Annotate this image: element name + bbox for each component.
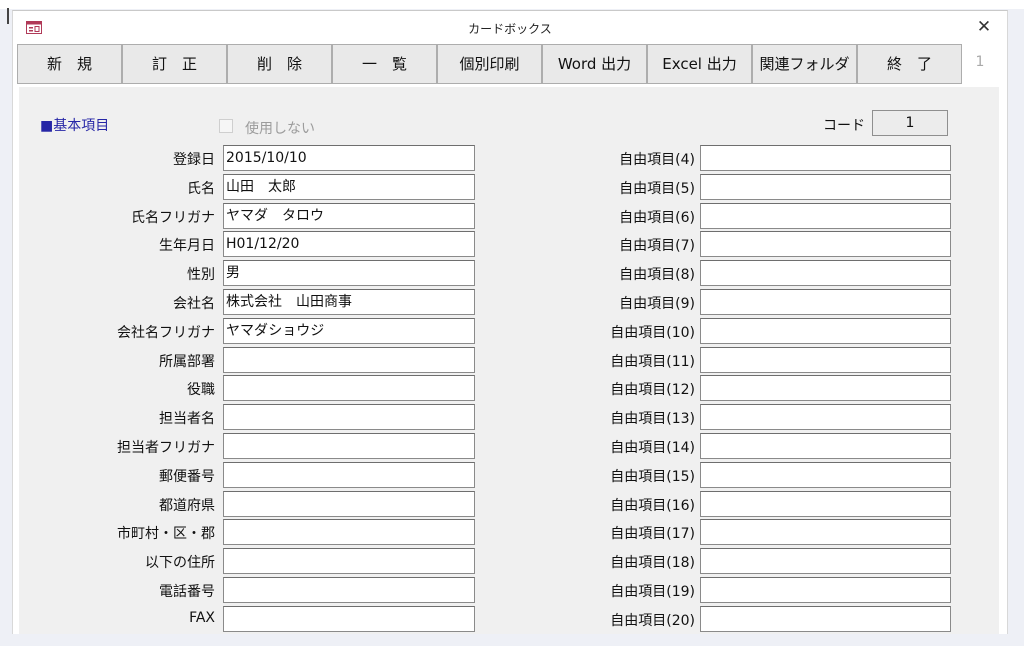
free-field-input[interactable] [700, 404, 951, 431]
free-field-label: 自由項目(6) [619, 209, 695, 226]
page-number: 1 [975, 54, 985, 70]
left-field-input[interactable] [223, 519, 475, 546]
edit-button[interactable]: 訂 正 [122, 44, 227, 84]
left-field-label: 所属部署 [159, 353, 215, 370]
free-field-input[interactable] [700, 317, 951, 344]
free-field-label: 自由項目(9) [619, 296, 695, 312]
free-field-label: 自由項目(17) [610, 526, 695, 543]
left-field-input[interactable]: ヤマダショウジ [223, 317, 475, 344]
left-field-label: FAX [189, 609, 215, 626]
bottom-strip [0, 634, 1024, 646]
free-field-input[interactable] [700, 202, 951, 229]
free-field-input[interactable] [700, 577, 951, 603]
left-field-input[interactable] [223, 433, 475, 459]
free-field-input[interactable] [700, 548, 951, 575]
unused-checkbox-label: 使用しない [245, 121, 315, 137]
left-field-label: 会社名 [173, 296, 215, 312]
word-export-button[interactable]: Word 出力 [542, 44, 647, 84]
window-title: カードボックス [468, 22, 552, 36]
free-field-label: 自由項目(7) [619, 238, 695, 255]
section-title: ■基本項目 [40, 118, 110, 134]
free-field-label: 自由項目(4) [619, 152, 695, 168]
left-field-label: 担当者フリガナ [117, 440, 215, 456]
left-field-label: 会社名フリガナ [117, 324, 215, 341]
free-field-input[interactable] [700, 519, 951, 546]
left-field-input[interactable]: 男 [223, 260, 475, 287]
left-field-label: 郵便番号 [159, 468, 215, 485]
left-field-input[interactable] [223, 375, 475, 402]
left-field-label: 氏名フリガナ [131, 209, 215, 226]
free-field-input[interactable] [700, 490, 951, 517]
free-field-label: 自由項目(19) [610, 584, 695, 600]
form-body: ■基本項目 使用しない コード 1 登録日 2015/10/10 氏名 山田 太郎 氏名… [19, 87, 999, 635]
free-field-input[interactable] [700, 231, 951, 258]
left-field-input[interactable] [223, 605, 475, 632]
unused-checkbox[interactable] [219, 119, 233, 133]
left-field-input[interactable] [223, 577, 475, 603]
free-field-input[interactable] [700, 461, 951, 488]
code-label: コード [823, 118, 865, 134]
excel-export-button[interactable]: Excel 出力 [647, 44, 752, 84]
print-individual-button[interactable]: 個別印刷 [437, 44, 542, 84]
left-field-input[interactable]: 山田 太郎 [223, 173, 475, 200]
free-field-label: 自由項目(12) [610, 382, 695, 399]
free-field-input[interactable] [700, 605, 951, 632]
left-field-label: 担当者名 [159, 411, 215, 428]
free-field-label: 自由項目(13) [610, 411, 695, 428]
related-folder-button[interactable]: 関連フォルダ [752, 44, 857, 84]
code-field: 1 [872, 110, 948, 136]
exit-button[interactable]: 終 了 [857, 44, 962, 84]
free-field-label: 自由項目(10) [610, 324, 695, 341]
left-field-label: 役職 [187, 382, 215, 399]
left-field-input[interactable]: 2015/10/10 [223, 145, 475, 171]
free-field-label: 自由項目(18) [610, 555, 695, 572]
title-bar: カードボックス ✕ [13, 11, 1007, 43]
left-field-label: 都道府県 [159, 497, 215, 514]
free-field-input[interactable] [700, 289, 951, 315]
free-field-label: 自由項目(8) [619, 267, 695, 284]
delete-button[interactable]: 削 除 [227, 44, 332, 84]
free-field-label: 自由項目(15) [610, 468, 695, 485]
free-field-input[interactable] [700, 173, 951, 200]
left-field-input[interactable]: ヤマダ タロウ [223, 202, 475, 229]
left-field-label: 性別 [187, 267, 215, 284]
left-field-label: 氏名 [187, 180, 215, 197]
left-field-label: 以下の住所 [145, 555, 215, 572]
background-strip [0, 0, 1024, 9]
cardbox-window: カードボックス ✕ 新 規 訂 正 削 除 一 覧 個別印刷 Word 出力 E… [12, 10, 1008, 635]
close-button[interactable]: ✕ [969, 15, 999, 39]
free-field-input[interactable] [700, 260, 951, 287]
left-field-label: 電話番号 [159, 584, 215, 600]
edge-mark [7, 8, 9, 24]
free-field-input[interactable] [700, 375, 951, 402]
left-field-input[interactable] [223, 346, 475, 373]
left-field-input[interactable] [223, 548, 475, 575]
free-field-label: 自由項目(5) [619, 180, 695, 197]
toolbar: 新 規 訂 正 削 除 一 覧 個別印刷 Word 出力 Excel 出力 関連… [17, 44, 971, 86]
left-field-input[interactable]: H01/12/20 [223, 231, 475, 258]
left-field-label: 市町村・区・郡 [117, 526, 215, 543]
free-field-input[interactable] [700, 433, 951, 459]
free-field-label: 自由項目(16) [610, 497, 695, 514]
left-field-input[interactable] [223, 461, 475, 488]
left-field-label: 登録日 [173, 152, 215, 168]
left-field-input[interactable] [223, 404, 475, 431]
list-button[interactable]: 一 覧 [332, 44, 437, 84]
left-field-input[interactable]: 株式会社 山田商事 [223, 289, 475, 315]
free-field-label: 自由項目(14) [610, 440, 695, 456]
free-field-label: 自由項目(11) [610, 353, 695, 370]
left-field-input[interactable] [223, 490, 475, 517]
free-field-input[interactable] [700, 346, 951, 373]
free-field-input[interactable] [700, 145, 951, 171]
new-button[interactable]: 新 規 [17, 44, 122, 84]
left-field-label: 生年月日 [159, 238, 215, 255]
free-field-label: 自由項目(20) [610, 612, 695, 629]
